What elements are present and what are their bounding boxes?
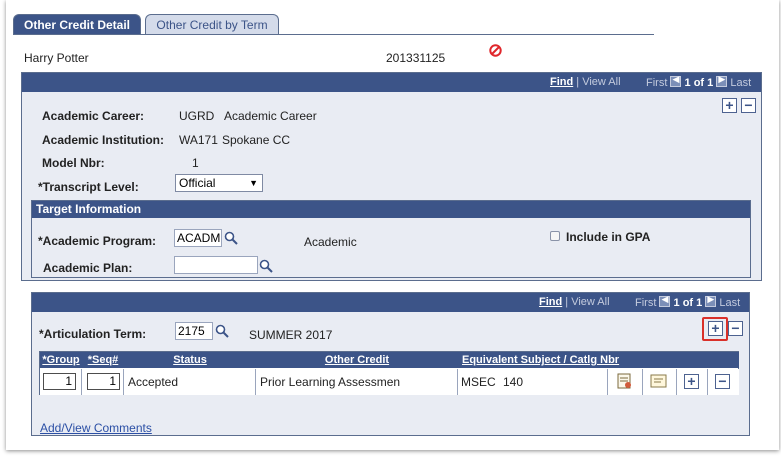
plan-lookup-icon[interactable] xyxy=(259,259,273,273)
status-value: Accepted xyxy=(128,375,179,389)
academic-program-label: *Academic Program: xyxy=(38,234,157,248)
articulation-grid: *Group *Seq# Status Other Credit Equival… xyxy=(39,351,739,395)
add-view-comments-link[interactable]: Add/View Comments xyxy=(40,421,152,435)
tab-other-credit-by-term[interactable]: Other Credit by Term xyxy=(145,14,279,35)
seq-cell: 1 xyxy=(82,369,124,395)
tab-other-credit-detail[interactable]: Other Credit Detail xyxy=(13,14,141,35)
include-gpa-checkbox[interactable] xyxy=(550,231,560,241)
target-info-section: Target Information *Academic Program: AC… xyxy=(31,200,751,278)
panel-nav-bar: Find | View All First ◀ 1 of 1 ▶ Last xyxy=(22,73,761,92)
group-input[interactable]: 1 xyxy=(43,373,76,390)
term-lookup-icon[interactable] xyxy=(215,324,229,338)
articulation-term-desc: SUMMER 2017 xyxy=(249,328,333,342)
seq-input[interactable]: 1 xyxy=(87,373,120,390)
transcript-level-label: *Transcript Level: xyxy=(38,180,139,194)
academic-program-desc: Academic xyxy=(304,235,357,249)
term-previous-arrow-icon[interactable]: ◀ xyxy=(659,294,671,307)
other-credit-panel: Find | View All First ◀ 1 of 1 ▶ Last + … xyxy=(21,72,762,281)
include-gpa-label: Include in GPA xyxy=(566,230,651,244)
subject-cell: MSEC 140 xyxy=(458,369,608,395)
detail-document-icon[interactable] xyxy=(616,373,634,390)
other-credit-value: Prior Learning Assessmen xyxy=(260,375,401,389)
transcript-level-value: Official xyxy=(179,176,216,190)
academic-career-desc: Academic Career xyxy=(224,109,317,123)
academic-institution-code: WA171 xyxy=(179,133,218,147)
highlight-box xyxy=(702,317,728,341)
academic-institution-label: Academic Institution: xyxy=(42,133,165,147)
grid-header-seq[interactable]: *Seq# xyxy=(82,352,124,368)
previous-arrow-icon[interactable]: ◀ xyxy=(670,74,682,87)
tab-divider xyxy=(13,34,654,35)
articulation-term-label: *Articulation Term: xyxy=(39,327,147,341)
dropdown-arrow-icon: ▼ xyxy=(249,178,258,188)
term-delete-row-button[interactable]: − xyxy=(728,321,743,336)
grid-delete-cell: − xyxy=(708,369,739,395)
other-credit-cell: Prior Learning Assessmen xyxy=(256,369,458,395)
delete-row-button[interactable]: − xyxy=(741,98,756,113)
academic-career-code: UGRD xyxy=(179,109,215,123)
target-info-header: Target Information xyxy=(32,201,750,218)
detail-icon-cell xyxy=(608,369,643,395)
grid-header-group[interactable]: *Group xyxy=(40,352,82,368)
term-last-label: Last xyxy=(719,297,741,309)
term-row-count: 1 of 1 xyxy=(673,297,703,309)
subject-value: MSEC xyxy=(461,375,496,389)
transcript-level-select[interactable]: Official ▼ xyxy=(175,174,263,192)
last-label: Last xyxy=(730,77,752,89)
term-view-all-link[interactable]: View All xyxy=(571,296,609,308)
stop-icon xyxy=(489,44,502,57)
grid-header-other-credit[interactable]: Other Credit xyxy=(256,352,458,368)
term-next-arrow-icon[interactable]: ▶ xyxy=(705,294,717,307)
find-link[interactable]: Find xyxy=(550,76,573,88)
comment-icon[interactable] xyxy=(650,374,668,389)
add-row-button[interactable]: + xyxy=(722,98,737,113)
grid-header-equivalent-subject[interactable]: Equivalent Subject / Catlg Nbr xyxy=(458,352,739,368)
grid-header-status[interactable]: Status xyxy=(124,352,256,368)
program-lookup-icon[interactable] xyxy=(224,231,238,245)
academic-institution-desc: Spokane CC xyxy=(222,133,291,147)
grid-add-row-button[interactable]: + xyxy=(684,374,699,389)
model-nbr-value: 1 xyxy=(192,156,199,170)
grid-add-cell: + xyxy=(677,369,708,395)
catalog-value: 140 xyxy=(503,375,524,389)
view-all-link[interactable]: View All xyxy=(582,76,620,88)
term-find-link[interactable]: Find xyxy=(539,296,562,308)
first-label: First xyxy=(646,77,668,89)
term-nav-bar: Find | View All First ◀ 1 of 1 ▶ Last xyxy=(32,293,749,312)
student-id: 201331125 xyxy=(386,51,446,65)
academic-program-input[interactable]: ACADM xyxy=(174,229,222,247)
articulation-term-input[interactable]: 2175 xyxy=(175,322,213,340)
model-nbr-label: Model Nbr: xyxy=(42,156,105,170)
academic-career-label: Academic Career: xyxy=(42,109,145,123)
academic-plan-label: Academic Plan: xyxy=(43,261,133,275)
comment-icon-cell xyxy=(643,369,677,395)
status-cell: Accepted xyxy=(124,369,256,395)
row-count: 1 of 1 xyxy=(684,77,714,89)
group-cell: 1 xyxy=(40,369,82,395)
student-name: Harry Potter xyxy=(24,51,89,65)
grid-delete-row-button[interactable]: − xyxy=(715,374,730,389)
term-first-label: First xyxy=(635,297,657,309)
academic-plan-input[interactable] xyxy=(174,256,258,274)
next-arrow-icon[interactable]: ▶ xyxy=(716,74,728,87)
